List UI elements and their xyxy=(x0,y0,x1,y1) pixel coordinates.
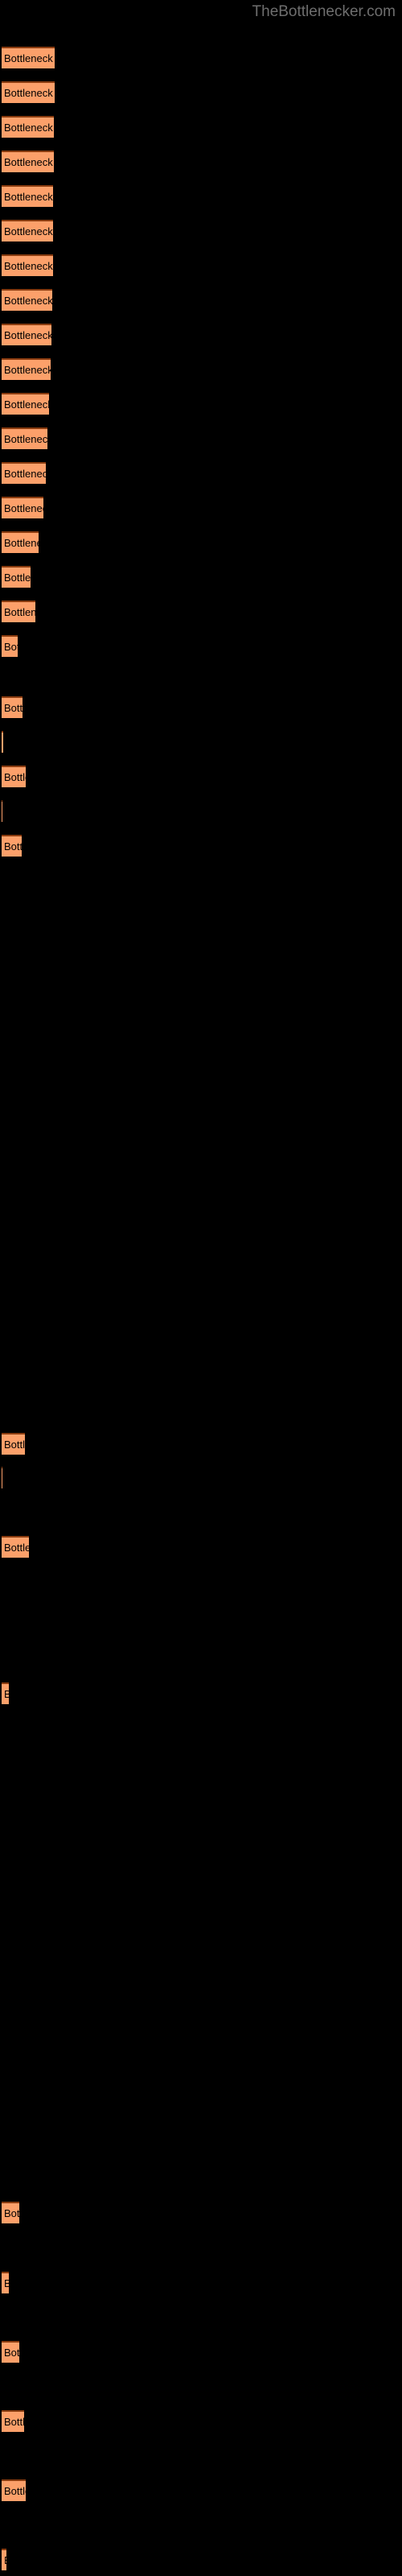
bar[interactable]: Bottleneck result xyxy=(2,731,3,753)
bar-label: Bottleneck result xyxy=(4,1439,25,1451)
bar-label: Bottleneck result xyxy=(4,2276,9,2292)
bar[interactable]: Bottleneck result xyxy=(2,531,39,553)
bar[interactable]: Bottleneck result xyxy=(2,566,31,588)
bar[interactable]: Bottleneck result xyxy=(2,116,54,138)
bar-label: Bottleneck result xyxy=(4,225,53,237)
bar[interactable]: Bottleneck result xyxy=(2,289,52,311)
bar[interactable]: Bottleneck result xyxy=(2,393,49,415)
bar[interactable]: Bottleneck result xyxy=(2,497,43,518)
bar-label: Bottleneck result xyxy=(4,295,52,307)
bar-label: Bottleneck result xyxy=(4,606,35,618)
bar[interactable]: Bottleneck result xyxy=(2,835,22,857)
bar-label: Bottleneck result xyxy=(4,2416,24,2428)
bar-label: Bottleneck result xyxy=(4,52,55,64)
bar[interactable]: Bottleneck result xyxy=(2,601,35,622)
bar[interactable]: Bottleneck result xyxy=(2,47,55,68)
bar-label: Bottleneck result xyxy=(4,2347,19,2359)
bar-label: Bottleneck result xyxy=(4,122,54,134)
bar[interactable]: Bottleneck result xyxy=(2,2202,19,2223)
bar[interactable]: Bottleneck result xyxy=(2,696,23,718)
bar-label: Bottleneck result xyxy=(4,771,26,783)
bar-label: Bottleneck result xyxy=(4,537,39,549)
bar-label: Bottleneck result xyxy=(4,87,55,99)
bar-label: Bottleneck result xyxy=(4,364,51,376)
bar-label: Bottleneck result xyxy=(4,260,53,272)
bar[interactable]: Bottleneck result xyxy=(2,185,53,207)
bar[interactable]: Bottleneck result xyxy=(2,2410,24,2432)
bar-label: Bottleneck result xyxy=(4,2485,26,2497)
bar[interactable]: Bottleneck result xyxy=(2,358,51,380)
bar-label: Bottleneck result xyxy=(4,641,18,653)
bar[interactable]: Bottleneck result xyxy=(2,1682,9,1704)
bar-label: Bottleneck result xyxy=(4,2207,19,2219)
bar-label: Bottleneck result xyxy=(4,433,47,445)
bar-label: Bottleneck result xyxy=(4,572,31,584)
bar[interactable]: Bottleneck result xyxy=(2,1536,29,1558)
bar[interactable]: Bottleneck result xyxy=(2,220,53,242)
bar-label: Bottleneck result xyxy=(4,468,46,480)
bar-label: Bottleneck result xyxy=(4,156,54,168)
bar-label: Bottleneck result xyxy=(4,1686,9,1703)
bar-label: Bottleneck result xyxy=(4,702,23,714)
bar[interactable]: Bottleneck result xyxy=(2,766,26,787)
bar[interactable]: Bottleneck result xyxy=(2,254,53,276)
bar[interactable]: Bottleneck result xyxy=(2,462,46,484)
bar-label: Bottleneck result xyxy=(4,502,43,514)
bar-label: Bottleneck result xyxy=(4,840,22,852)
bar[interactable]: Bottleneck result xyxy=(2,427,47,449)
bar[interactable]: Bottleneck result xyxy=(2,2479,26,2501)
bar[interactable]: Bottleneck result xyxy=(2,2272,9,2293)
bar[interactable]: Bottleneck result xyxy=(2,324,51,345)
bar-label: Bottleneck result xyxy=(4,329,51,341)
bar-label: Bottleneck result xyxy=(4,191,53,203)
bar[interactable]: Bottleneck result xyxy=(2,1433,25,1455)
bar-label: Bottleneck result xyxy=(4,2553,6,2569)
bar[interactable]: Bottleneck result xyxy=(2,2341,19,2363)
bar[interactable]: Bottleneck result xyxy=(2,635,18,657)
bottleneck-bar-chart: Bottleneck result Bottleneck result Bottle… xyxy=(0,0,402,2576)
bar[interactable]: Bottleneck result xyxy=(2,151,54,172)
bar[interactable]: Bottleneck result xyxy=(2,2549,6,2570)
bar-label: Bottleneck result xyxy=(4,398,49,411)
bar[interactable]: Bottleneck result xyxy=(2,81,55,103)
bar-label: Bottleneck result xyxy=(4,1542,29,1554)
